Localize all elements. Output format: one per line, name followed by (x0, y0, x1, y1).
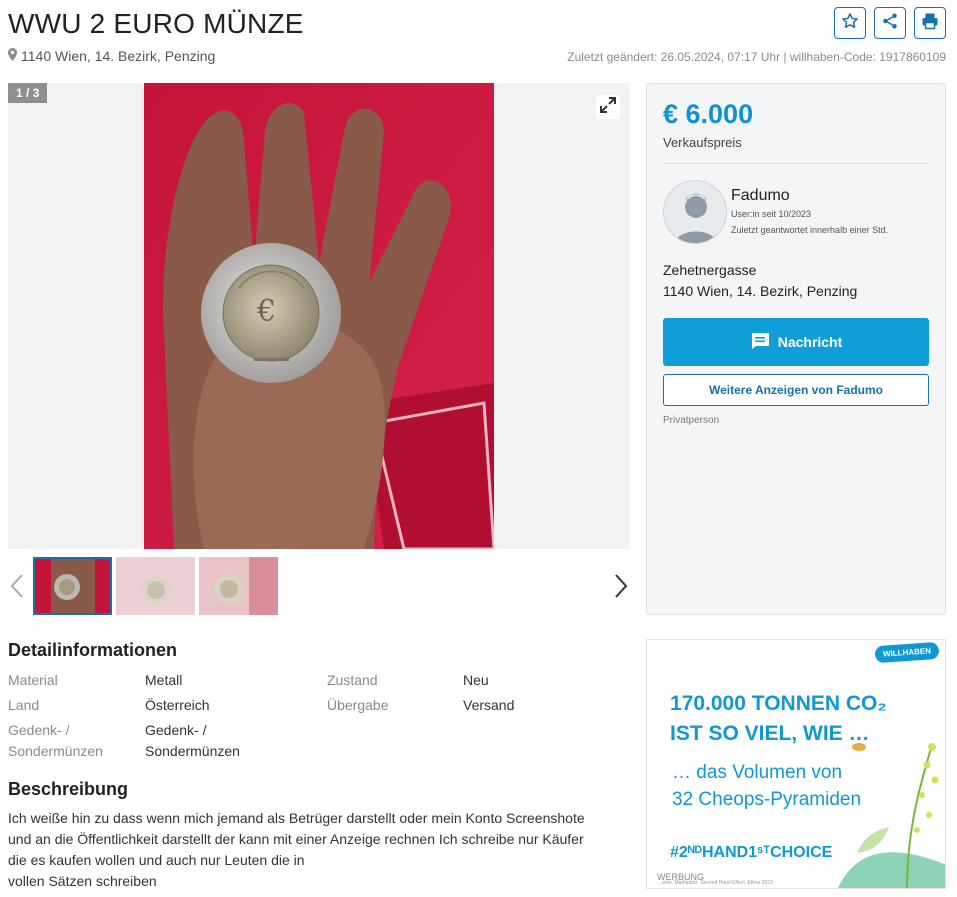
ad-text-1: … das Volumen von (672, 762, 843, 783)
advertisement[interactable]: WILLHABEN 170.000 TONNEN CO₂ IST SO VIEL… (646, 639, 946, 889)
star-icon (841, 12, 859, 35)
image-counter: 1 / 3 (8, 83, 48, 103)
image-gallery[interactable]: 1 / 3 € (8, 83, 630, 549)
main-photo[interactable]: € (144, 83, 494, 549)
seller-name: Fadumo (731, 187, 790, 204)
chevron-left-icon[interactable] (10, 573, 24, 604)
detail-value-uebergabe: Versand (463, 697, 515, 713)
share-button[interactable] (874, 7, 906, 39)
chevron-right-icon[interactable] (614, 573, 628, 604)
listing-location: 1140 Wien, 14. Bezirk, Penzing (8, 48, 215, 64)
ad-tagline: #2ᴺᴰHAND1ˢᵀCHOICE (670, 844, 833, 861)
address-street: Zehetnergasse (663, 262, 757, 278)
more-ads-button[interactable]: Weitere Anzeigen von Fadumo (663, 374, 929, 406)
detail-key-zustand: Zustand (327, 672, 378, 688)
ad-text-2: 32 Cheops-Pyramiden (672, 789, 862, 810)
ad-logo: WILLHABEN (874, 641, 940, 664)
detail-value-gedenk: Gedenk- / Sondermünzen (145, 722, 240, 759)
detail-key-land: Land (8, 697, 40, 713)
share-icon (881, 12, 899, 35)
location-text: 1140 Wien, 14. Bezirk, Penzing (21, 48, 216, 64)
thumbnail-1[interactable] (33, 557, 112, 615)
listing-meta: Zuletzt geändert: 26.05.2024, 07:17 Uhr … (567, 50, 946, 64)
detail-key-material: Material (8, 672, 58, 688)
print-button[interactable] (914, 7, 946, 39)
seller-type: Privatperson (663, 415, 720, 426)
price-label: Verkaufspreis (663, 135, 742, 150)
favorite-button[interactable] (834, 7, 866, 39)
detail-value-land: Österreich (145, 697, 210, 713)
seller-since: User:in seit 10/2023 (731, 209, 812, 219)
expand-icon (600, 96, 616, 118)
details-heading: Detailinformationen (8, 640, 178, 660)
detail-key-uebergabe: Übergabe (327, 697, 389, 713)
expand-button[interactable] (596, 95, 620, 119)
description-line: vollen Sätzen schreiben (8, 873, 157, 889)
description-line: und an die Öffentlichkeit darstellt der … (8, 831, 584, 847)
listing-actions (834, 7, 946, 39)
detail-value-zustand: Neu (463, 672, 489, 688)
thumbnail-strip (8, 555, 630, 617)
seller-card: € 6.000 Verkaufspreis Fadumo User:in sei… (646, 83, 946, 615)
svg-text:€: € (256, 294, 276, 329)
divider (663, 163, 929, 164)
price: € 6.000 (663, 99, 754, 129)
location-pin-icon (8, 48, 17, 64)
ad-headline-1: 170.000 TONNEN CO₂ (670, 692, 887, 715)
seller-response-time: Zuletzt geantwortet innerhalb einer Std. (731, 225, 889, 235)
address-city: 1140 Wien, 14. Bezirk, Penzing (663, 283, 858, 299)
description-heading: Beschreibung (8, 779, 129, 799)
message-button-label: Nachricht (777, 334, 843, 350)
detail-key-gedenk: Gedenk- / Sondermünzen (8, 722, 103, 759)
page-title: WWU 2 EURO MÜNZE (8, 8, 304, 39)
thumbnail-3[interactable] (199, 557, 278, 615)
detail-value-material: Metall (145, 672, 183, 688)
thumbnail-2[interactable] (116, 557, 195, 615)
print-icon (921, 12, 939, 35)
ad-fineprint: …ante, Marktplatz, Second Hand Effect, E… (657, 880, 773, 886)
plant-illustration (838, 743, 945, 888)
chat-icon (750, 332, 770, 353)
avatar (663, 180, 727, 244)
description-line: Ich weiße hin zu dass wenn mich jemand a… (8, 810, 585, 826)
description-line: die es kaufen wollen und auch nur Leuten… (8, 852, 305, 868)
description-text: Ich weiße hin zu dass wenn mich jemand a… (8, 808, 633, 892)
message-button[interactable]: Nachricht (663, 318, 929, 366)
